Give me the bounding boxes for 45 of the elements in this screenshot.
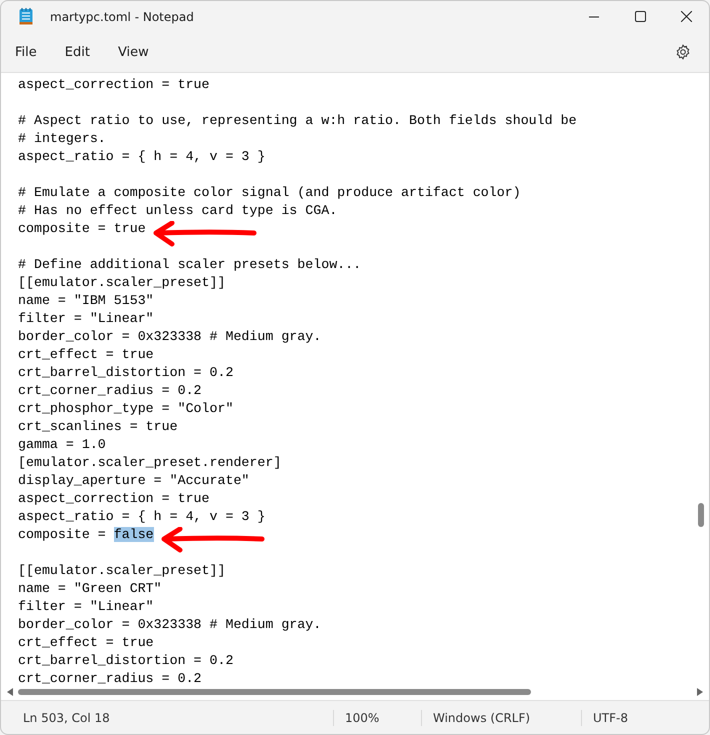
code-line: crt_barrel_distortion = 0.2 (18, 364, 234, 382)
code-line: border_color = 0x323338 # Medium gray. (18, 328, 322, 346)
code-line: crt_effect = true (18, 634, 154, 652)
scrollbar-thumb[interactable] (18, 689, 531, 695)
code-line: name = "Green CRT" (18, 580, 162, 598)
code-line: filter = "Linear" (18, 598, 154, 616)
menu-item[interactable]: View (108, 38, 159, 66)
code-line: # Has no effect unless card type is CGA. (18, 202, 338, 220)
code-line: aspect_ratio = { h = 4, v = 3 } (18, 148, 266, 166)
code-line: # integers. (18, 130, 106, 148)
code-line: [[emulator.scaler_preset]] (18, 274, 226, 292)
code-line: filter = "Linear" (18, 310, 154, 328)
close-icon[interactable] (680, 11, 692, 22)
code-line: # Define additional scaler presets below... (18, 256, 362, 274)
status-item: 100% (344, 710, 380, 726)
code-line: crt_corner_radius = 0.2 (18, 670, 202, 688)
code-line: aspect_correction = true (18, 490, 210, 508)
code-line: # Aspect ratio to use, representing a w:h ratio. Both fields should be (18, 112, 577, 130)
code-line: crt_effect = true (18, 346, 154, 364)
code-line: # Emulate a composite color signal (and produce artifact color) (18, 184, 521, 202)
window-title: martypc.toml - Notepad (50, 10, 194, 24)
notepad-icon (19, 8, 33, 25)
menu-item[interactable]: Edit (54, 38, 100, 66)
code-line: composite = false (18, 526, 154, 544)
status-item: UTF-8 (592, 710, 628, 726)
code-line: display_aperture = "Accurate" (18, 472, 250, 490)
code-line: aspect_correction = true (18, 76, 210, 94)
code-line: [emulator.scaler_preset.renderer] (18, 454, 282, 472)
code-line: aspect_ratio = { h = 4, v = 3 } (18, 508, 266, 526)
scrollbar-thumb[interactable] (698, 503, 704, 527)
code-line: gamma = 1.0 (18, 436, 106, 454)
status-item: Ln 503, Col 18 (22, 710, 111, 726)
code-line: border_color = 0x323338 # Medium gray. (18, 616, 322, 634)
code-line: [[emulator.scaler_preset]] (18, 562, 226, 580)
code-line: crt_corner_radius = 0.2 (18, 382, 202, 400)
code-line: crt_scanlines = true (18, 418, 178, 436)
code-line: crt_phosphor_type = "Color" (18, 400, 234, 418)
code-line: crt_barrel_distortion = 0.2 (18, 652, 234, 670)
code-line: composite = true (18, 220, 146, 238)
maximize-icon[interactable] (634, 11, 646, 22)
code-line: name = "IBM 5153" (18, 292, 154, 310)
status-item: Windows (CRLF) (432, 710, 532, 726)
scroll-right-icon[interactable] (697, 688, 703, 696)
menu-item[interactable]: File (5, 38, 47, 66)
scroll-left-icon[interactable] (7, 688, 13, 696)
